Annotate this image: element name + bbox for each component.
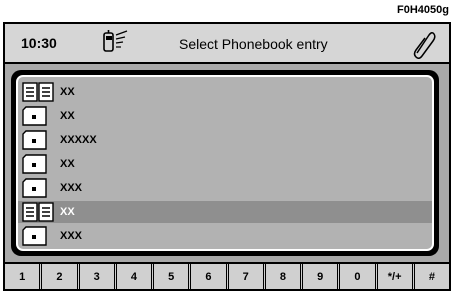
key-star-plus[interactable]: */+ [378,264,415,289]
paperclip-icon[interactable] [409,29,437,59]
entry-label: XXX [60,230,83,242]
sim-card-icon [22,130,47,150]
sim-card-icon [22,106,47,126]
figure-code: F0H4050g [397,4,449,16]
entry-label: XX [60,110,75,122]
entry-label: XX [60,206,75,218]
entry-label: XX [60,86,75,98]
key-6[interactable]: 6 [191,264,229,289]
list-item[interactable]: XXX [18,225,432,247]
sim-card-icon [22,178,47,198]
phonebook-icon [22,202,54,222]
list-item-selected[interactable]: XX [18,201,432,223]
key-8[interactable]: 8 [266,264,303,289]
key-hash[interactable]: # [415,264,449,289]
sim-card-icon [22,226,47,246]
phonebook-screen: 10:30 Select Phonebook entry XX XX XXXXX… [3,22,451,291]
sim-card-icon [22,154,47,174]
list-item[interactable]: XXXXX [18,129,432,151]
key-3[interactable]: 3 [80,264,117,289]
header-bar: 10:30 Select Phonebook entry [5,24,449,64]
key-9[interactable]: 9 [303,264,341,289]
key-4[interactable]: 4 [117,264,154,289]
key-0[interactable]: 0 [340,264,378,289]
list-item[interactable]: XX [18,153,432,175]
key-7[interactable]: 7 [229,264,266,289]
phonebook-list-frame: XX XX XXXXX XX XXX XX XXX [11,70,439,256]
entry-label: XXX [60,182,83,194]
list-item[interactable]: XX [18,81,432,103]
phonebook-icon [22,82,54,102]
key-2[interactable]: 2 [42,264,80,289]
entry-label: XX [60,158,75,170]
phone-signal-icon [103,30,128,52]
clock-time: 10:30 [21,35,57,51]
phonebook-list[interactable]: XX XX XXXXX XX XXX XX XXX [16,75,434,251]
entry-label: XXXXX [60,134,97,146]
list-item[interactable]: XXX [18,177,432,199]
key-1[interactable]: 1 [5,264,43,289]
key-5[interactable]: 5 [154,264,192,289]
page-title: Select Phonebook entry [179,36,328,52]
list-item[interactable]: XX [18,105,432,127]
keypad-bar: 1 2 3 4 5 6 7 8 9 0 */+ # [5,262,449,289]
